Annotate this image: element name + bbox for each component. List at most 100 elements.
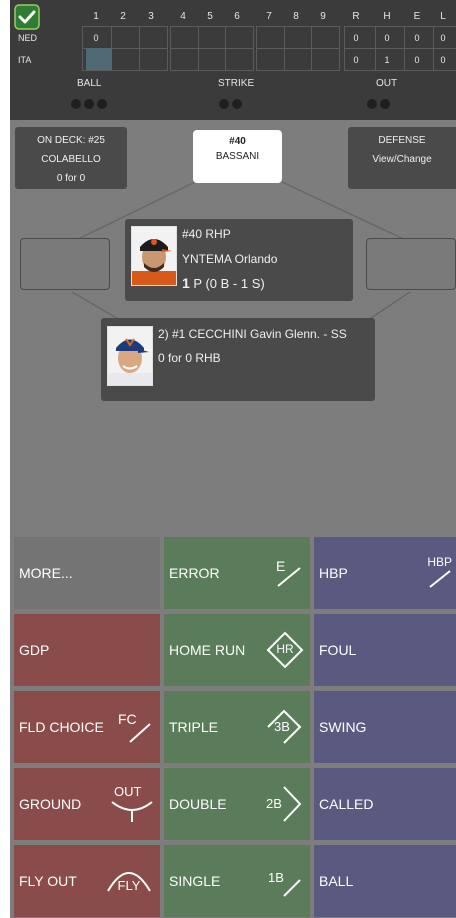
defense-view-change-link[interactable]: View/Change [348, 154, 456, 165]
ball-label: BALL [319, 873, 354, 889]
fly-out-label: FLY OUT [19, 873, 77, 889]
fielders-choice-button[interactable]: FLD CHOICE FC [14, 691, 160, 763]
out-indicator-2 [380, 99, 390, 109]
on-deck-name: COLABELLO [41, 154, 101, 165]
single-button[interactable]: SINGLE 1B [164, 845, 310, 917]
current-inning-cell[interactable] [86, 48, 112, 70]
on-deck-panel[interactable]: ON DECK: #25 COLABELLO 0 for 0 [15, 127, 127, 189]
third-base-box[interactable] [20, 238, 110, 290]
errors-header: E [413, 11, 421, 22]
pitcher-photo [131, 226, 177, 286]
fielders-choice-label: FLD CHOICE [19, 719, 104, 735]
single-label: SINGLE [169, 873, 221, 889]
pitcher-card[interactable]: #40 RHP YNTEMA Orlando 1 P (0 B - 1 S) [125, 219, 353, 301]
ball-count-label: BALL [77, 78, 102, 89]
scoreboard: 1 2 3 4 5 6 7 8 9 R H E L NED ITA 0 0 0 … [10, 0, 456, 120]
error-button[interactable]: ERROR E [164, 537, 310, 609]
slash-icon [129, 723, 151, 743]
inning-2-header: 2 [120, 11, 126, 22]
defense-label: DEFENSE [378, 135, 426, 146]
ita-hits: 1 [384, 55, 390, 65]
gdp-label: GDP [19, 642, 50, 658]
on-deck-stats: 0 for 0 [56, 173, 86, 184]
ned-runs: 0 [353, 33, 359, 43]
foul-label: FOUL [319, 642, 357, 658]
ball-button[interactable]: BALL [314, 845, 456, 917]
inning-9-header: 9 [320, 11, 326, 22]
strike-count-label: STRIKE [218, 78, 255, 89]
error-label: ERROR [169, 565, 220, 581]
strike-indicator-2 [232, 99, 242, 109]
home-run-badge: HR [266, 631, 304, 669]
out-count-label: OUT [376, 78, 398, 89]
ned-lob: 0 [440, 33, 446, 43]
swing-label: SWING [319, 719, 367, 735]
fielders-choice-badge: FC [116, 710, 154, 744]
triple-badge: 3B [264, 708, 304, 746]
ground-button[interactable]: GROUND OUT [14, 768, 160, 840]
innings-7-9-grid [256, 26, 340, 71]
called-button[interactable]: CALLED [314, 768, 456, 840]
slash-icon [277, 567, 301, 587]
inning-6-header: 6 [234, 11, 240, 22]
triple-badge-text: 3B [274, 719, 290, 734]
defense-panel[interactable]: DEFENSE View/Change [348, 127, 456, 189]
check-icon[interactable] [14, 4, 40, 30]
ned-errors: 0 [414, 33, 420, 43]
ground-arc-icon [111, 801, 153, 822]
double-button[interactable]: DOUBLE 2B [164, 768, 310, 840]
ball-indicator-3 [97, 99, 107, 109]
gdp-button[interactable]: GDP [14, 614, 160, 686]
batter-card[interactable]: #40 BASSANI [193, 130, 282, 183]
hbp-label: HBP [319, 565, 348, 581]
ita-lob: 0 [440, 55, 446, 65]
more-label: MORE... [19, 565, 73, 581]
triple-button[interactable]: TRIPLE 3B [164, 691, 310, 763]
scorekeeper-app: 1 2 3 4 5 6 7 8 9 R H E L NED ITA 0 0 0 … [10, 0, 456, 918]
batter-stats-hand: 0 for 0 RHB [158, 351, 221, 365]
inning-3-header: 3 [148, 11, 154, 22]
strike-indicator-1 [219, 99, 229, 109]
pitcher-number-hand: #40 RHP [182, 227, 231, 241]
at-bat-card[interactable]: 2) #1 CECCHINI Gavin Glenn. - SS 0 for 0… [101, 318, 375, 401]
pitch-count-detail: P (0 B - 1 S) [193, 276, 265, 291]
foul-button[interactable]: FOUL [314, 614, 456, 686]
swing-button[interactable]: SWING [314, 691, 456, 763]
single-badge: 1B [266, 864, 304, 898]
ball-indicator-2 [84, 99, 94, 109]
hits-header: H [383, 11, 391, 22]
pitch-count: 1 [182, 275, 190, 291]
batter-number: #40 [229, 136, 246, 147]
batter-lineup-name-position: 2) #1 CECCHINI Gavin Glenn. - SS [158, 327, 347, 341]
first-base-box[interactable] [366, 238, 456, 290]
home-run-button[interactable]: HOME RUN HR [164, 614, 310, 686]
double-badge: 2B [264, 784, 304, 824]
error-badge: E [272, 558, 304, 588]
triple-label: TRIPLE [169, 719, 219, 735]
batter-photo [107, 326, 153, 386]
inning-4-header: 4 [180, 11, 186, 22]
ita-runs: 0 [353, 55, 359, 65]
on-deck-number: ON DECK: #25 [37, 135, 105, 146]
double-label: DOUBLE [169, 796, 227, 812]
ground-label: GROUND [19, 796, 82, 812]
hbp-badge: HBP [414, 555, 454, 589]
more-button[interactable]: MORE... [14, 537, 160, 609]
team-ned-label: NED [18, 33, 38, 43]
ground-badge: OUT [110, 784, 154, 824]
inning-7-header: 7 [266, 11, 272, 22]
ita-errors: 0 [414, 55, 420, 65]
slash-icon [429, 570, 451, 588]
hbp-button[interactable]: HBP HBP [314, 537, 456, 609]
runs-header: R [352, 11, 360, 22]
fly-out-button[interactable]: FLY OUT FLY [14, 845, 160, 917]
slash-icon [283, 879, 301, 897]
fly-out-badge-text: FLY [117, 878, 141, 893]
pitcher-name: YNTEMA Orlando [182, 252, 278, 266]
innings-4-6-grid [170, 26, 254, 71]
ned-hits: 0 [384, 33, 390, 43]
ned-inning-1-score[interactable]: 0 [89, 33, 103, 43]
team-ita-label: ITA [18, 55, 32, 65]
inning-8-header: 8 [293, 11, 299, 22]
called-label: CALLED [319, 796, 374, 812]
